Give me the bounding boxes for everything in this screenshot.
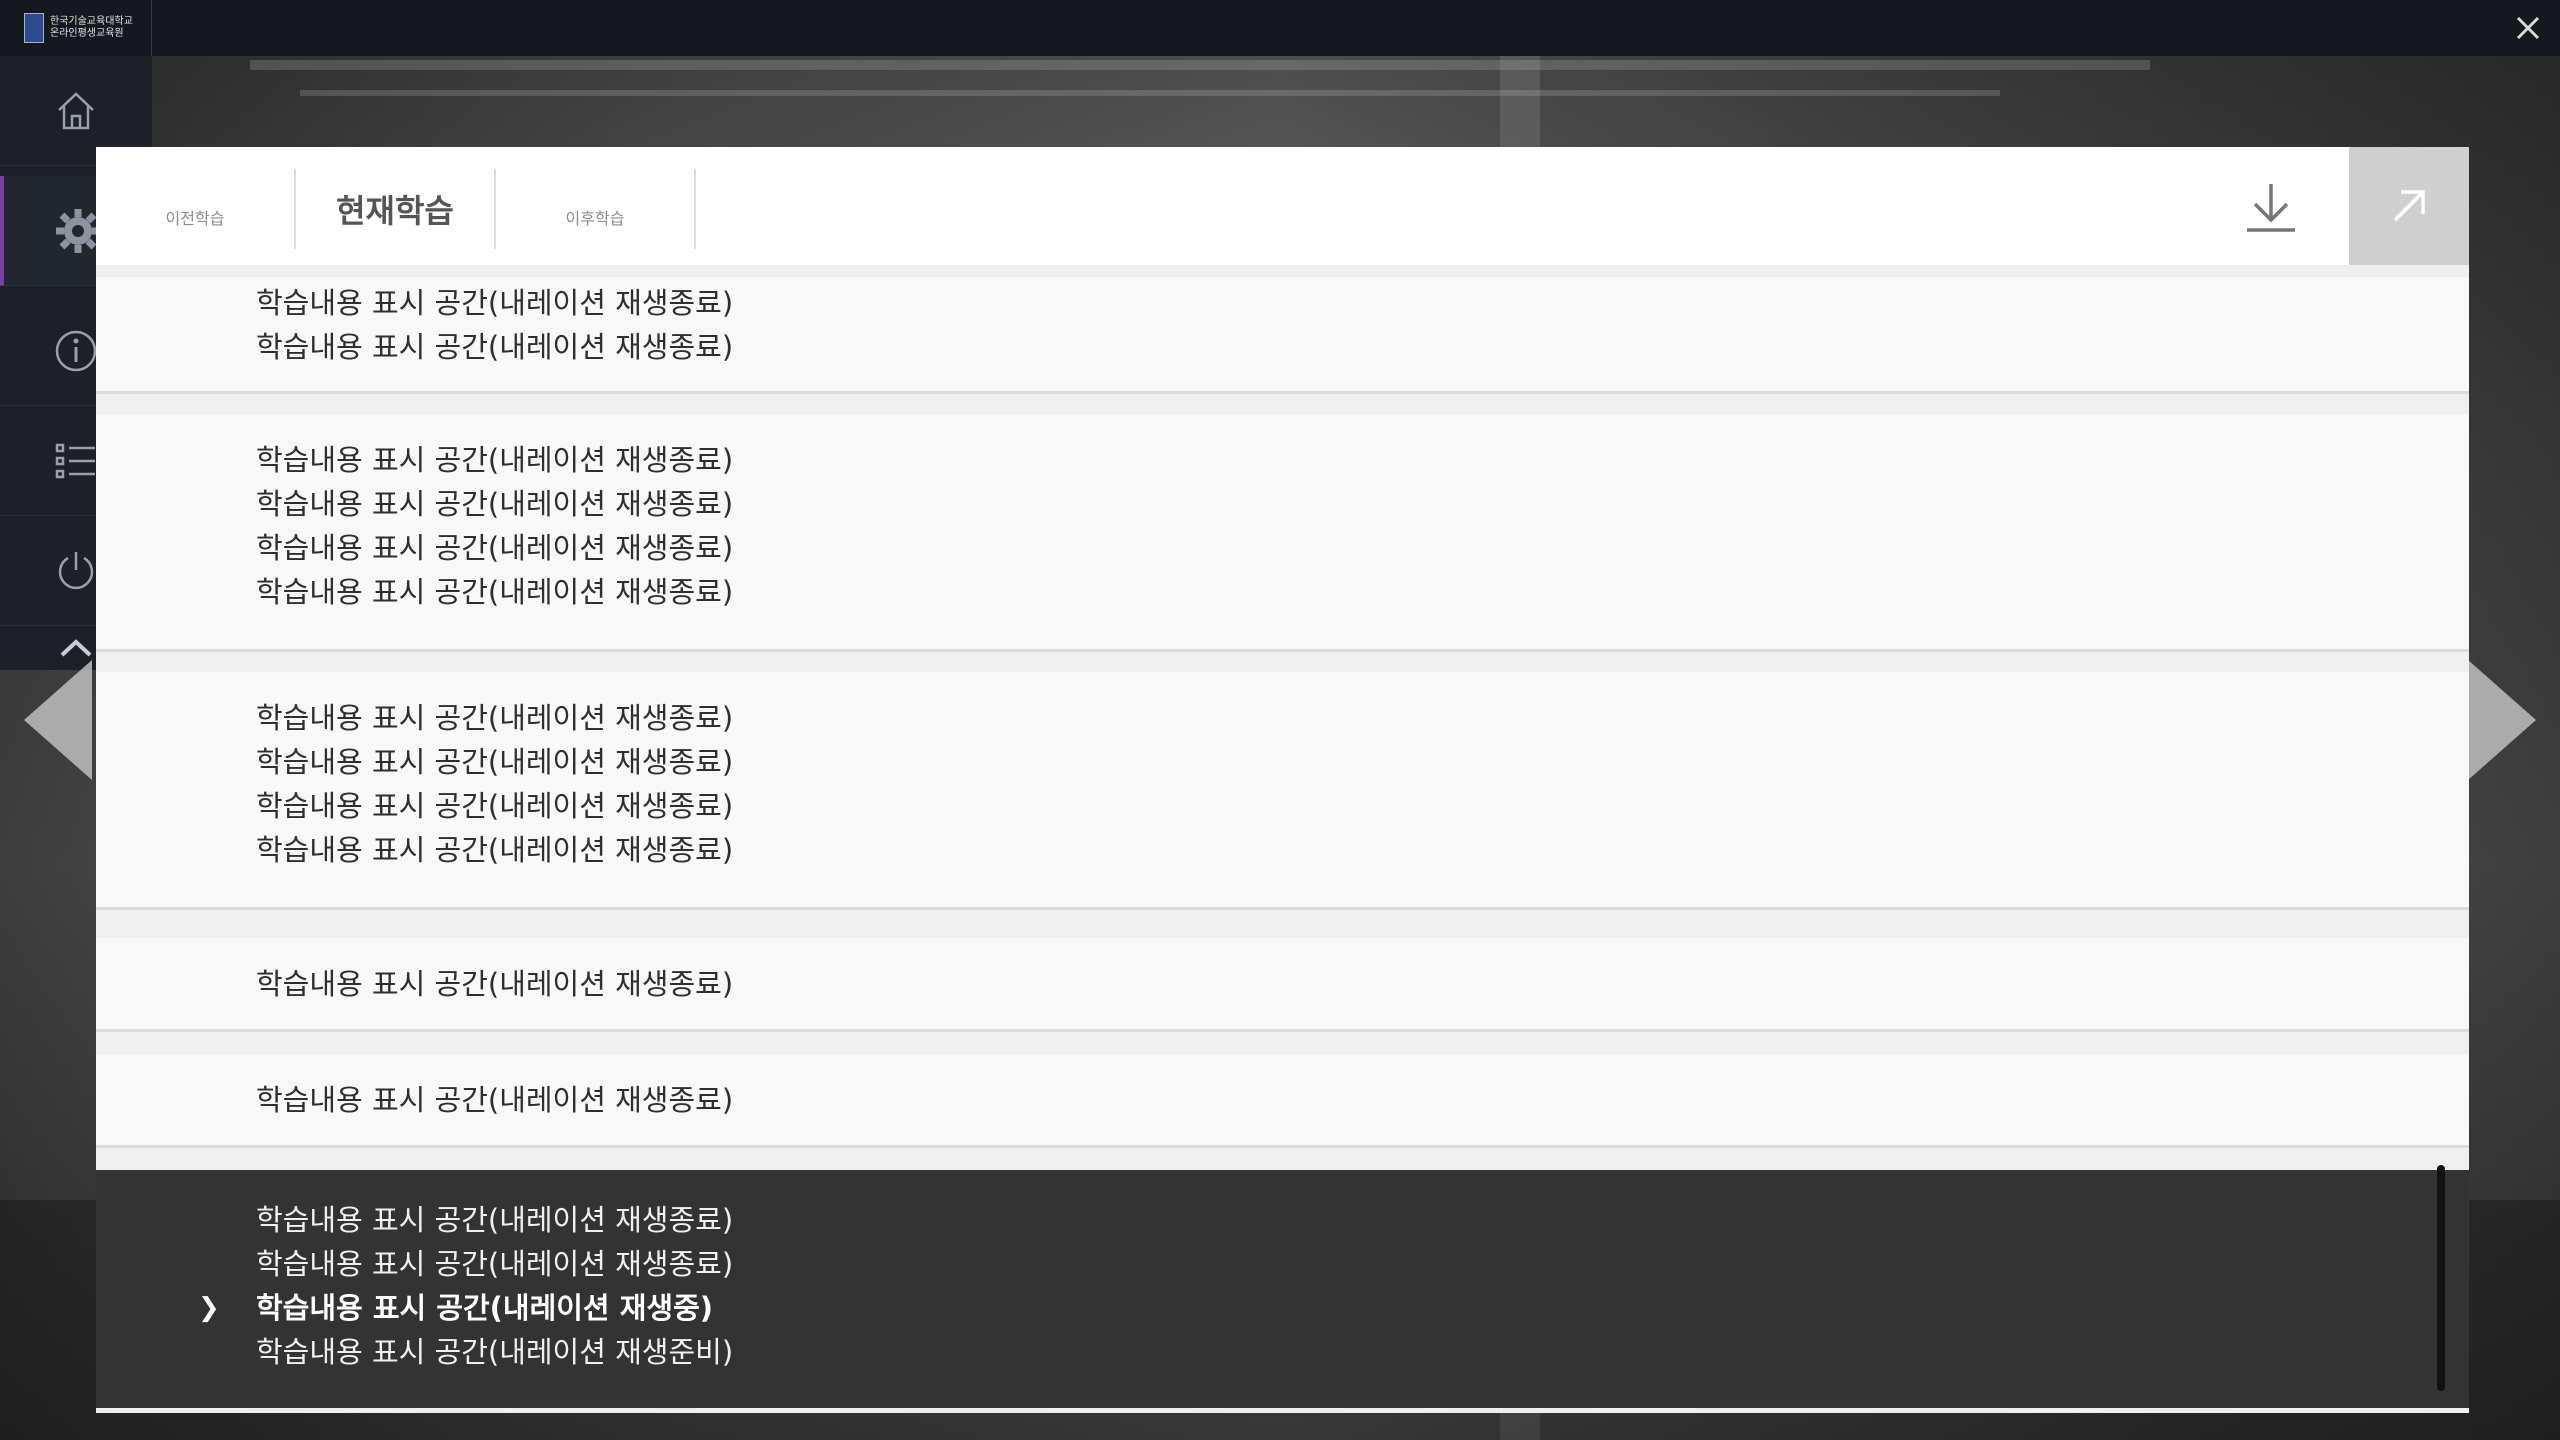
close-button[interactable]: [2504, 4, 2552, 52]
script-line[interactable]: 학습내용 표시 공간(내레이션 재생종료): [256, 438, 733, 482]
close-icon: [2516, 16, 2540, 40]
script-list: 학습내용 표시 공간(내레이션 재생종료) 학습내용 표시 공간(내레이션 재생…: [96, 265, 2469, 1413]
script-group-5: 학습내용 표시 공간(내레이션 재생종료): [96, 1054, 2469, 1148]
download-icon: [2247, 184, 2295, 232]
info-icon: [55, 330, 97, 371]
logo: 한국기술교육대학교 온라인평생교육원: [0, 0, 152, 56]
playing-marker-icon: ❯: [198, 1293, 220, 1323]
script-line[interactable]: 학습내용 표시 공간(내레이션 재생종료): [256, 696, 733, 740]
power-icon: [58, 551, 94, 589]
script-line[interactable]: 학습내용 표시 공간(내레이션 재생종료): [256, 482, 733, 526]
next-page-button[interactable]: [2466, 660, 2538, 780]
script-line[interactable]: 학습내용 표시 공간(내레이션 재생종료): [256, 828, 733, 872]
tab-next-learning[interactable]: 이후학습: [496, 169, 696, 249]
chevron-left-icon: [24, 660, 92, 780]
top-bar: 한국기술교육대학교 온라인평생교육원: [0, 0, 2560, 56]
home-icon: [58, 91, 94, 129]
script-group-2: 학습내용 표시 공간(내레이션 재생종료) 학습내용 표시 공간(내레이션 재생…: [96, 414, 2469, 652]
script-line[interactable]: 학습내용 표시 공간(내레이션 재생준비): [256, 1330, 733, 1374]
script-line[interactable]: 학습내용 표시 공간(내레이션 재생종료): [256, 1078, 733, 1122]
script-line-playing[interactable]: 학습내용 표시 공간(내레이션 재생중): [256, 1286, 713, 1330]
script-group-4: 학습내용 표시 공간(내레이션 재생종료): [96, 938, 2469, 1032]
tab-prev-learning[interactable]: 이전학습: [96, 169, 296, 249]
logo-line-2: 온라인평생교육원: [50, 28, 124, 39]
list-scrollbar[interactable]: [2437, 1165, 2445, 1391]
script-line[interactable]: 학습내용 표시 공간(내레이션 재생종료): [256, 526, 733, 570]
download-button[interactable]: [2233, 177, 2309, 237]
logo-emblem-icon: [24, 13, 44, 43]
script-group-current: 학습내용 표시 공간(내레이션 재생종료) 학습내용 표시 공간(내레이션 재생…: [96, 1170, 2469, 1408]
list-icon: [55, 443, 95, 478]
script-panel: 이전학습 현재학습 이후학습 학습내용 표시 공간(내레이션 재생종료) 학습내…: [96, 147, 2469, 1413]
script-line[interactable]: 학습내용 표시 공간(내레이션 재생종료): [256, 1198, 733, 1242]
script-line[interactable]: 학습내용 표시 공간(내레이션 재생종료): [256, 962, 733, 1006]
chevron-up-icon: [60, 639, 92, 657]
expand-button[interactable]: [2349, 147, 2469, 265]
logo-line-1: 한국기술교육대학교: [50, 16, 133, 27]
chevron-right-icon: [2468, 660, 2536, 780]
expand-arrow-icon: [2393, 190, 2425, 222]
script-group-1: 학습내용 표시 공간(내레이션 재생종료) 학습내용 표시 공간(내레이션 재생…: [96, 277, 2469, 394]
script-line[interactable]: 학습내용 표시 공간(내레이션 재생종료): [256, 281, 733, 325]
script-line[interactable]: 학습내용 표시 공간(내레이션 재생종료): [256, 570, 733, 614]
panel-header: 이전학습 현재학습 이후학습: [96, 147, 2469, 265]
script-line[interactable]: 학습내용 표시 공간(내레이션 재생종료): [256, 325, 733, 369]
script-line[interactable]: 학습내용 표시 공간(내레이션 재생종료): [256, 1242, 733, 1286]
prev-page-button[interactable]: [22, 660, 94, 780]
script-group-3: 학습내용 표시 공간(내레이션 재생종료) 학습내용 표시 공간(내레이션 재생…: [96, 672, 2469, 910]
script-line[interactable]: 학습내용 표시 공간(내레이션 재생종료): [256, 784, 733, 828]
tab-current-learning[interactable]: 현재학습: [296, 169, 496, 249]
script-line[interactable]: 학습내용 표시 공간(내레이션 재생종료): [256, 740, 733, 784]
